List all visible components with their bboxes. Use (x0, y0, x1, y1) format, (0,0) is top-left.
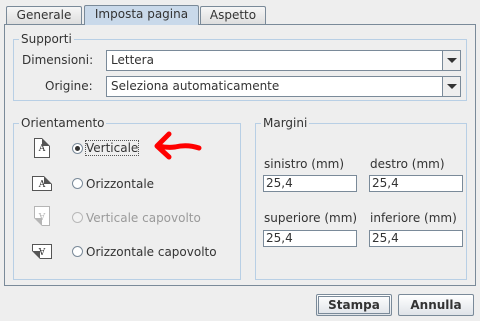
verticale-label[interactable]: Verticale (84, 140, 140, 156)
verticale-capovolto-label: Verticale capovolto (86, 211, 201, 225)
orientamento-group: Orientamento A Verticale A Orizzontale A… (13, 116, 241, 280)
margini-group: Margini sinistro (mm) destro (mm) 25,4 2… (255, 116, 467, 280)
inferiore-field[interactable]: 25,4 (369, 230, 463, 247)
origine-label: Origine: (45, 79, 93, 93)
landscape-page-icon: A (32, 176, 52, 191)
chevron-down-icon[interactable] (442, 77, 460, 96)
inferiore-label: inferiore (mm) (370, 211, 457, 225)
orizzontale-capovolto-radio[interactable] (72, 246, 83, 257)
orizzontale-radio[interactable] (72, 178, 83, 189)
tab-imposta-pagina-label: Imposta pagina (94, 7, 189, 21)
orizzontale-label[interactable]: Orizzontale (86, 177, 154, 191)
tab-imposta-pagina[interactable]: Imposta pagina (84, 5, 199, 25)
verticale-radio[interactable] (72, 143, 83, 154)
dimensioni-select[interactable]: Lettera (106, 50, 461, 71)
margini-title: Margini (261, 116, 310, 130)
tab-aspetto-label: Aspetto (209, 8, 257, 22)
stampa-button-label: Stampa (328, 298, 380, 312)
origine-value: Seleziona automaticamente (111, 79, 280, 93)
tab-generale[interactable]: Generale (6, 6, 82, 24)
orizzontale-capovolto-label[interactable]: Orizzontale capovolto (86, 245, 217, 259)
verticale-capovolto-radio (72, 212, 83, 223)
dimensioni-label: Dimensioni: (22, 53, 94, 67)
destro-field[interactable]: 25,4 (369, 175, 463, 192)
supporti-group: Supporti Dimensioni: Lettera Origine: Se… (13, 32, 467, 101)
stampa-button[interactable]: Stampa (316, 294, 392, 316)
reverse-landscape-page-icon: A (32, 244, 52, 259)
annulla-button[interactable]: Annulla (398, 294, 474, 316)
tab-panel: Supporti Dimensioni: Lettera Origine: Se… (4, 24, 476, 286)
annulla-button-label: Annulla (410, 298, 462, 312)
reverse-portrait-page-icon: A (34, 206, 50, 226)
chevron-down-icon[interactable] (442, 51, 460, 70)
sinistro-field[interactable]: 25,4 (263, 175, 357, 192)
portrait-page-icon: A (34, 138, 50, 158)
dimensioni-value: Lettera (111, 53, 154, 67)
sinistro-label: sinistro (mm) (264, 157, 345, 171)
destro-label: destro (mm) (370, 157, 445, 171)
superiore-label: superiore (mm) (264, 211, 358, 225)
superiore-field[interactable]: 25,4 (263, 230, 357, 247)
tab-generale-label: Generale (16, 8, 72, 22)
supporti-title: Supporti (19, 32, 74, 46)
orientamento-title: Orientamento (19, 116, 107, 130)
origine-select[interactable]: Seleziona automaticamente (106, 76, 461, 97)
red-arrow-annotation-icon (154, 131, 202, 160)
tab-aspetto[interactable]: Aspetto (200, 6, 266, 24)
